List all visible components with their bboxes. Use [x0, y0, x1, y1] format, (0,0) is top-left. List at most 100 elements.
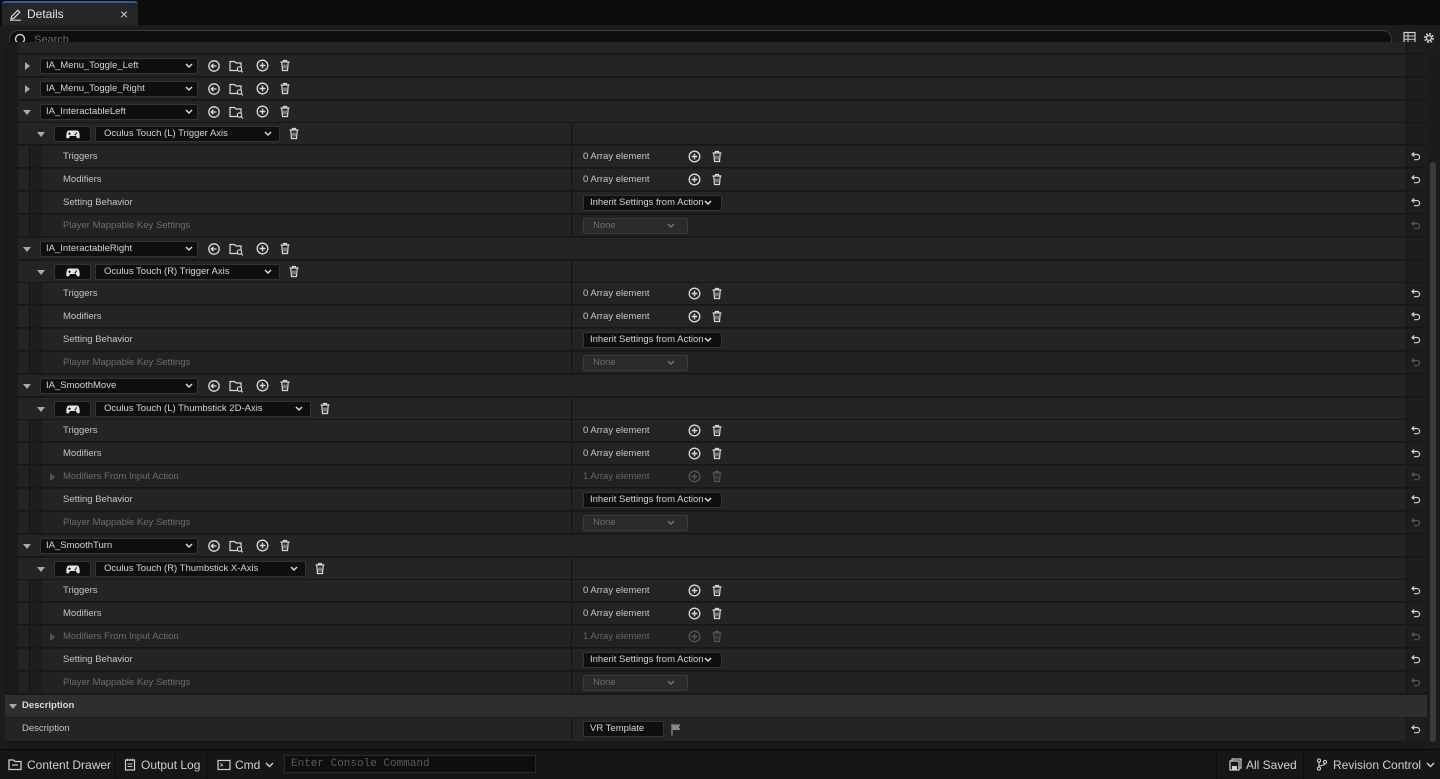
delete-icon[interactable] — [279, 242, 291, 255]
tab-details[interactable]: Details × — [2, 1, 138, 25]
expand-arrow[interactable] — [37, 566, 45, 572]
add-element-icon[interactable] — [688, 150, 701, 163]
reset-to-default-icon[interactable] — [1410, 334, 1422, 345]
reset-to-default-icon[interactable] — [1410, 197, 1422, 208]
add-element-icon[interactable] — [688, 424, 701, 437]
browse-to-asset-icon[interactable] — [207, 539, 221, 553]
reset-to-default-icon[interactable] — [1410, 654, 1422, 665]
input-action-combo[interactable]: IA_SmoothTurn — [40, 537, 198, 554]
expand-arrow[interactable] — [37, 406, 45, 412]
expand-arrow[interactable] — [50, 633, 55, 642]
browse-in-content-browser-icon[interactable] — [229, 82, 244, 96]
add-mapping-icon[interactable] — [256, 59, 269, 72]
key-selector-button[interactable] — [54, 400, 91, 417]
key-selector-button[interactable] — [54, 126, 91, 143]
add-mapping-icon[interactable] — [256, 105, 269, 118]
expand-arrow[interactable] — [37, 132, 45, 138]
key-combo[interactable]: Oculus Touch (L) Trigger Axis — [95, 126, 281, 143]
revision-control-dropdown[interactable]: Revision Control — [1316, 750, 1435, 779]
delete-icon[interactable] — [279, 539, 291, 552]
browse-in-content-browser-icon[interactable] — [229, 59, 244, 73]
expand-arrow[interactable] — [23, 109, 31, 115]
browse-in-content-browser-icon[interactable] — [229, 539, 244, 553]
cmd-dropdown[interactable]: Cmd — [217, 750, 274, 779]
input-action-combo[interactable]: IA_Menu_Toggle_Left — [40, 57, 198, 74]
add-element-icon[interactable] — [688, 173, 701, 186]
reset-to-default-icon[interactable] — [1410, 151, 1422, 162]
expand-arrow[interactable] — [23, 383, 31, 389]
input-action-combo[interactable]: IA_SmoothMove — [40, 377, 198, 394]
description-value-field[interactable]: VR Template — [583, 720, 664, 737]
expand-arrow[interactable] — [25, 84, 30, 93]
delete-icon[interactable] — [279, 379, 291, 392]
setting-behavior-combo[interactable]: Inherit Settings from Action — [583, 332, 722, 349]
remove-key-icon[interactable] — [314, 562, 326, 575]
browse-to-asset-icon[interactable] — [207, 379, 221, 393]
expand-arrow[interactable] — [25, 61, 30, 70]
browse-in-content-browser-icon[interactable] — [229, 105, 244, 119]
setting-behavior-combo[interactable]: Inherit Settings from Action — [583, 651, 722, 668]
key-combo[interactable]: Oculus Touch (L) Thumbstick 2D-Axis — [95, 400, 312, 417]
browse-to-asset-icon[interactable] — [207, 59, 221, 73]
expand-arrow[interactable] — [37, 269, 45, 275]
mappable-key-settings-combo[interactable]: None — [583, 674, 688, 691]
input-action-combo[interactable]: IA_InteractableRight — [40, 240, 198, 257]
mappable-key-settings-combo[interactable]: None — [583, 354, 688, 371]
browse-to-asset-icon[interactable] — [207, 242, 221, 256]
add-element-icon[interactable] — [688, 607, 701, 620]
clear-elements-icon[interactable] — [711, 287, 723, 300]
browse-to-asset-icon[interactable] — [207, 82, 221, 96]
console-command-input[interactable]: Enter Console Command — [284, 755, 536, 773]
all-saved-button[interactable]: All Saved — [1229, 750, 1297, 779]
expand-arrow[interactable] — [9, 703, 17, 709]
clear-elements-icon[interactable] — [711, 150, 723, 163]
clear-elements-icon[interactable] — [711, 424, 723, 437]
browse-in-content-browser-icon[interactable] — [229, 242, 244, 256]
tab-close-button[interactable]: × — [120, 6, 128, 22]
key-combo[interactable]: Oculus Touch (R) Thumbstick X-Axis — [95, 560, 307, 577]
add-mapping-icon[interactable] — [256, 539, 269, 552]
add-mapping-icon[interactable] — [256, 379, 269, 392]
add-element-icon[interactable] — [688, 287, 701, 300]
reset-to-default-icon[interactable] — [1410, 425, 1422, 436]
browse-to-asset-icon[interactable] — [207, 105, 221, 119]
reset-to-default-icon[interactable] — [1410, 311, 1422, 322]
browse-in-content-browser-icon[interactable] — [229, 379, 244, 393]
clear-elements-icon[interactable] — [711, 447, 723, 460]
key-combo[interactable]: Oculus Touch (R) Trigger Axis — [95, 263, 281, 280]
reset-to-default-icon[interactable] — [1410, 494, 1422, 505]
add-element-icon[interactable] — [688, 447, 701, 460]
mappable-key-settings-combo[interactable]: None — [583, 217, 688, 234]
clear-elements-icon[interactable] — [711, 310, 723, 323]
clear-elements-icon[interactable] — [711, 173, 723, 186]
reset-to-default-icon[interactable] — [1410, 585, 1422, 596]
remove-key-icon[interactable] — [288, 127, 300, 140]
delete-icon[interactable] — [279, 59, 291, 72]
remove-key-icon[interactable] — [319, 402, 331, 415]
add-element-icon[interactable] — [688, 584, 701, 597]
expand-arrow[interactable] — [23, 543, 31, 549]
clear-elements-icon[interactable] — [711, 607, 723, 620]
add-mapping-icon[interactable] — [256, 242, 269, 255]
setting-behavior-combo[interactable]: Inherit Settings from Action — [583, 492, 722, 508]
expand-arrow[interactable] — [23, 246, 31, 252]
output-log-button[interactable]: Output Log — [124, 750, 200, 779]
key-selector-button[interactable] — [54, 560, 91, 577]
reset-to-default-icon[interactable] — [1410, 448, 1422, 459]
reset-to-default-icon[interactable] — [1410, 174, 1422, 185]
content-drawer-button[interactable]: Content Drawer — [8, 750, 111, 779]
expand-arrow[interactable] — [50, 473, 55, 482]
setting-behavior-combo[interactable]: Inherit Settings from Action — [583, 194, 722, 211]
reset-to-default-icon[interactable] — [1410, 724, 1422, 735]
add-mapping-icon[interactable] — [256, 82, 269, 95]
input-action-combo[interactable]: IA_InteractableLeft — [40, 103, 198, 120]
description-section-header[interactable]: Description — [5, 694, 1427, 717]
reset-to-default-icon[interactable] — [1410, 288, 1422, 299]
key-selector-button[interactable] — [54, 263, 91, 280]
delete-icon[interactable] — [279, 82, 291, 95]
add-element-icon[interactable] — [688, 310, 701, 323]
input-action-combo[interactable]: IA_Menu_Toggle_Right — [40, 80, 198, 97]
mappable-key-settings-combo[interactable]: None — [583, 514, 688, 531]
flag-icon[interactable] — [670, 723, 682, 736]
clear-elements-icon[interactable] — [711, 584, 723, 597]
